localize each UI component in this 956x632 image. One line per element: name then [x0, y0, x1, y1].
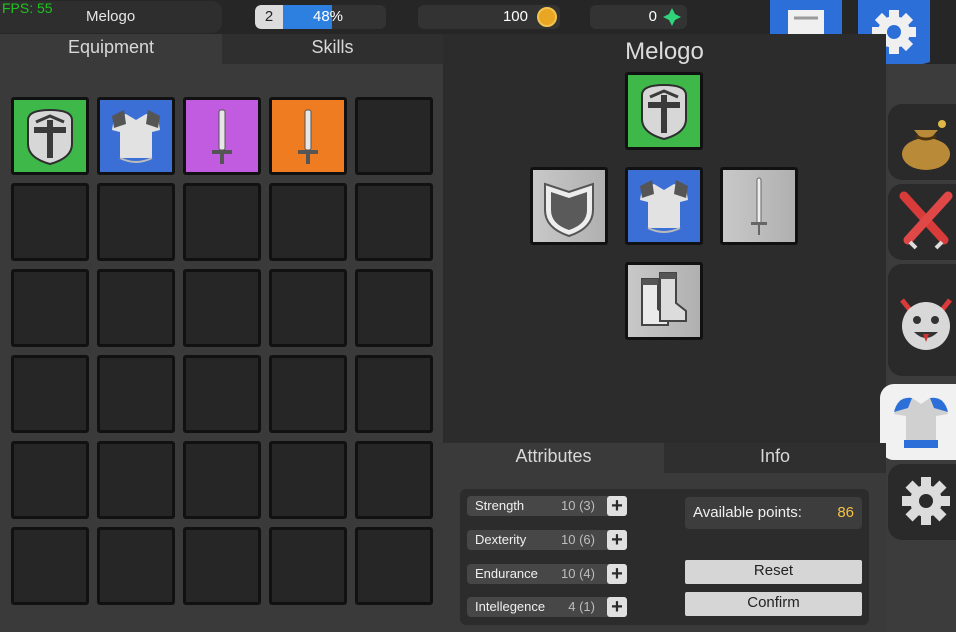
sword-placeholder-icon: [751, 177, 767, 235]
gear-icon: [902, 477, 950, 525]
helmet-icon: [641, 83, 687, 141]
attribute-value: 10 (6): [561, 532, 595, 547]
reset-button[interactable]: Reset: [685, 560, 862, 584]
add-intelligence-button[interactable]: +: [607, 597, 627, 617]
attribute-value: 4 (1): [568, 599, 595, 614]
inventory-slot[interactable]: [269, 355, 347, 433]
armor-icon: [894, 397, 948, 448]
attribute-value: 10 (4): [561, 566, 595, 581]
attribute-label: Strength: [475, 498, 525, 513]
gem-counter: 0: [590, 5, 687, 29]
equip-slot-weapon[interactable]: [720, 167, 798, 245]
equip-slot-feet[interactable]: [625, 262, 703, 340]
side-tab-bar: [880, 64, 956, 632]
side-tab-armor[interactable]: [880, 384, 956, 460]
attribute-row-endurance: Endurance 10 (4) +: [467, 564, 627, 584]
inventory-slot[interactable]: [11, 441, 89, 519]
inventory-slot[interactable]: [183, 269, 261, 347]
available-points: Available points: 86: [685, 497, 862, 529]
inventory-slot[interactable]: [97, 269, 175, 347]
inventory-slot-item[interactable]: [97, 97, 175, 175]
monster-face-icon: [900, 298, 952, 350]
side-tab-monsters[interactable]: [888, 264, 956, 376]
stats-tabs: Attributes Info: [443, 443, 886, 473]
add-dexterity-button[interactable]: +: [607, 530, 627, 550]
helmet-icon: [27, 108, 73, 166]
equip-slot-chest[interactable]: [625, 167, 703, 245]
attribute-label: Intellegence: [475, 599, 546, 614]
inventory-slot[interactable]: [11, 183, 89, 261]
available-points-value: 86: [837, 504, 854, 521]
loot-bag-icon: [902, 120, 950, 170]
xp-bar: 2 48%: [255, 5, 386, 29]
available-points-label: Available points:: [693, 504, 802, 521]
level-badge: 2: [255, 5, 283, 29]
chest-armor-icon: [640, 180, 688, 233]
inventory-slot[interactable]: [269, 183, 347, 261]
side-tab-combat[interactable]: [888, 184, 956, 260]
inventory-tabs: Equipment Skills: [0, 34, 443, 64]
side-tab-loot[interactable]: [888, 104, 956, 180]
character-panel: Melogo: [443, 34, 886, 443]
inventory-slot[interactable]: [355, 269, 433, 347]
attribute-label: Dexterity: [475, 532, 527, 547]
attribute-value: 10 (3): [561, 498, 595, 513]
inventory-slot[interactable]: [183, 441, 261, 519]
gold-counter: 100: [418, 5, 560, 29]
crossed-swords-icon: [899, 191, 953, 250]
confirm-button[interactable]: Confirm: [685, 592, 862, 616]
attribute-label: Endurance: [475, 566, 538, 581]
tab-info[interactable]: Info: [664, 443, 886, 473]
inventory-slot[interactable]: [11, 355, 89, 433]
gem-icon: [663, 8, 681, 26]
inventory-slot[interactable]: [183, 355, 261, 433]
boots-placeholder-icon: [641, 272, 687, 326]
sword-icon: [212, 109, 232, 164]
inventory-slot[interactable]: [269, 441, 347, 519]
inventory-slot[interactable]: [11, 527, 89, 605]
inventory-slot[interactable]: [355, 355, 433, 433]
add-endurance-button[interactable]: +: [607, 564, 627, 584]
inventory-slot[interactable]: [269, 269, 347, 347]
gold-value: 100: [502, 8, 528, 25]
tab-skills[interactable]: Skills: [222, 34, 443, 64]
chest-armor-icon: [112, 110, 160, 163]
equip-slot-head[interactable]: [625, 72, 703, 150]
inventory-slot[interactable]: [183, 527, 261, 605]
inventory-slot-item[interactable]: [183, 97, 261, 175]
character-name: Melogo: [625, 38, 704, 65]
add-strength-button[interactable]: +: [607, 496, 627, 516]
attribute-row-dexterity: Dexterity 10 (6) +: [467, 530, 627, 550]
inventory-slot[interactable]: [355, 527, 433, 605]
inventory-slot[interactable]: [269, 527, 347, 605]
attribute-row-intelligence: Intellegence 4 (1) +: [467, 597, 627, 617]
inventory-slot-item[interactable]: [11, 97, 89, 175]
inventory-slot[interactable]: [11, 269, 89, 347]
fps-counter: FPS: 55: [2, 0, 53, 16]
player-name: Melogo: [86, 8, 136, 25]
inventory-slot[interactable]: [355, 183, 433, 261]
coin-icon: [537, 7, 557, 27]
inventory-grid: [11, 97, 433, 605]
xp-percent: 48%: [313, 8, 344, 25]
inventory-slot[interactable]: [97, 527, 175, 605]
inventory-slot[interactable]: [183, 183, 261, 261]
side-tab-options[interactable]: [888, 464, 956, 540]
attributes-panel: Strength 10 (3) + Dexterity 10 (6) + End…: [443, 473, 886, 632]
attribute-row-strength: Strength 10 (3) +: [467, 496, 627, 516]
inventory-slot[interactable]: [97, 355, 175, 433]
tab-equipment[interactable]: Equipment: [0, 34, 222, 64]
sword-icon: [298, 109, 318, 164]
shield-placeholder-icon: [544, 182, 594, 238]
equip-slot-offhand[interactable]: [530, 167, 608, 245]
inventory-slot[interactable]: [355, 97, 433, 175]
inventory-panel: [0, 64, 443, 632]
inventory-slot[interactable]: [97, 183, 175, 261]
attributes-box: Strength 10 (3) + Dexterity 10 (6) + End…: [460, 489, 869, 625]
gem-value: 0: [648, 8, 657, 25]
inventory-slot-item[interactable]: [269, 97, 347, 175]
inventory-slot[interactable]: [97, 441, 175, 519]
inventory-slot[interactable]: [355, 441, 433, 519]
tab-attributes[interactable]: Attributes: [443, 443, 664, 473]
